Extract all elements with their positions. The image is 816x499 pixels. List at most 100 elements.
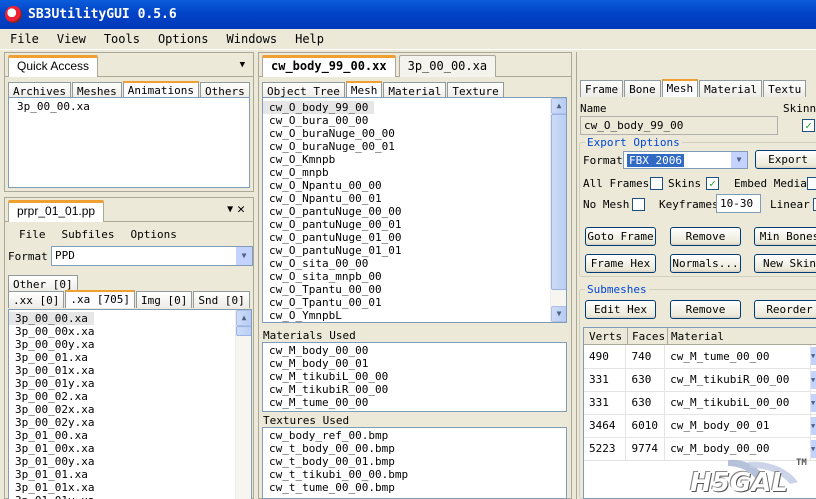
tab-snd[interactable]: Snd [0] xyxy=(193,291,250,308)
list-item[interactable]: cw_O_Tpantu_00_01 xyxy=(263,296,566,309)
list-item[interactable]: 3p_01_01y.xa xyxy=(9,494,251,499)
menu-file[interactable]: File xyxy=(10,32,39,46)
table-row[interactable]: 331 630 cw_M_tikubiL_00_00 ▼ xyxy=(584,391,816,415)
keyframes-input[interactable]: 10-30 xyxy=(716,194,761,213)
list-item[interactable]: cw_O_sita_00_00 xyxy=(263,257,566,270)
scroll-down-icon[interactable]: ▼ xyxy=(551,306,566,322)
remove-mesh-button[interactable]: Remove xyxy=(670,227,741,246)
table-row[interactable]: 331 630 cw_M_tikubiR_00_00 ▼ xyxy=(584,368,816,392)
tab-img[interactable]: Img [0] xyxy=(135,291,193,308)
cell-faces[interactable]: 630 xyxy=(625,368,666,392)
list-item[interactable]: cw_O_YmnpbL xyxy=(263,309,566,322)
list-item[interactable]: 3p_01_00.xa xyxy=(9,429,251,442)
tab-texture-props[interactable]: Textu xyxy=(763,80,807,97)
list-item[interactable]: 3p_00_00x.xa xyxy=(9,325,251,338)
tab-material-props[interactable]: Material xyxy=(699,80,763,97)
list-item[interactable]: cw_M_tume_00_00 xyxy=(263,396,566,409)
all-frames-checkbox[interactable] xyxy=(650,177,663,190)
list-item[interactable]: 3p_01_01x.xa xyxy=(9,481,251,494)
row-dropdown-icon[interactable]: ▼ xyxy=(810,368,816,392)
list-item[interactable]: cw_M_tikubiL_00_00 xyxy=(263,370,566,383)
menu-tools[interactable]: Tools xyxy=(104,32,140,46)
list-item[interactable]: cw_O_Npantu_00_01 xyxy=(263,192,566,205)
table-row[interactable]: 5223 9774 cw_M_body_00_00 ▼ xyxy=(584,437,816,461)
chevron-down-icon[interactable]: ▼ xyxy=(731,152,747,168)
list-item[interactable]: cw_O_bura_00_00 xyxy=(263,114,566,127)
tab-xa[interactable]: .xa [705] xyxy=(65,290,135,308)
list-item[interactable]: cw_O_pantuNuge_00_01 xyxy=(263,218,566,231)
materials-list[interactable]: cw_M_body_00_00 cw_M_body_00_01 cw_M_tikub… xyxy=(262,342,567,412)
cell-material[interactable]: cw_M_body_00_00 xyxy=(664,437,811,461)
table-row[interactable]: 490 740 cw_M_tume_00_00 ▼ xyxy=(584,345,816,369)
scroll-up-icon[interactable]: ▲ xyxy=(236,310,251,326)
min-bones-button[interactable]: Min Bones xyxy=(754,227,816,246)
row-dropdown-icon[interactable]: ▼ xyxy=(810,414,816,438)
col-faces[interactable]: Faces xyxy=(628,328,668,344)
doc-tab-3p[interactable]: 3p_00_00.xa xyxy=(398,54,497,77)
format-select[interactable]: PPD ▼ xyxy=(51,246,253,266)
list-item[interactable]: 3p_00_01y.xa xyxy=(9,377,251,390)
mesh-scrollbar[interactable]: ▲ ▼ xyxy=(550,98,566,322)
remove-submesh-button[interactable]: Remove xyxy=(670,300,741,319)
row-dropdown-icon[interactable]: ▼ xyxy=(810,391,816,415)
cell-material[interactable]: cw_M_tikubiL_00_00 xyxy=(664,391,811,415)
list-item[interactable]: cw_O_buraNuge_00_00 xyxy=(263,127,566,140)
mesh-list[interactable]: cw_O_body_99_00 cw_O_bura_00_00 cw_O_buraN… xyxy=(262,97,567,323)
close-icon[interactable]: ✕ xyxy=(237,202,245,217)
new-skin-button[interactable]: New Skin xyxy=(754,254,816,273)
list-item[interactable]: 3p_01_00x.xa xyxy=(9,442,251,455)
table-row[interactable]: 3464 6010 cw_M_body_00_01 ▼ xyxy=(584,414,816,438)
pp-scrollbar[interactable]: ▲ xyxy=(235,310,251,499)
goto-frame-button[interactable]: Goto Frame xyxy=(585,227,656,246)
quick-access-list[interactable]: 3p_00_00.xa xyxy=(8,97,250,188)
list-item[interactable]: 3p_00_00.xa xyxy=(9,312,94,325)
tab-xx[interactable]: .xx [0] xyxy=(8,291,65,308)
tab-bone[interactable]: Bone xyxy=(624,80,661,97)
tab-frame[interactable]: Frame xyxy=(580,80,624,97)
normals-button[interactable]: Normals... xyxy=(670,254,741,273)
menu-windows[interactable]: Windows xyxy=(227,32,278,46)
skinned-checkbox[interactable]: ✓ xyxy=(802,119,815,132)
list-item[interactable]: cw_O_sita_mnpb_00 xyxy=(263,270,566,283)
edit-hex-button[interactable]: Edit Hex xyxy=(585,300,656,319)
row-dropdown-icon[interactable]: ▼ xyxy=(810,345,816,369)
col-material[interactable]: Material xyxy=(668,328,816,344)
list-item[interactable]: 3p_00_01.xa xyxy=(9,351,251,364)
list-item[interactable]: cw_M_body_00_01 xyxy=(263,357,566,370)
list-item[interactable]: 3p_01_00y.xa xyxy=(9,455,251,468)
cell-faces[interactable]: 630 xyxy=(625,391,666,415)
list-item[interactable]: 3p_00_02.xa xyxy=(9,390,251,403)
list-item[interactable]: cw_O_body_99_00 xyxy=(263,101,375,114)
menu-view[interactable]: View xyxy=(57,32,86,46)
list-item[interactable]: 3p_00_02x.xa xyxy=(9,403,251,416)
export-button[interactable]: Export xyxy=(755,150,816,169)
list-item[interactable]: cw_O_Tpantu_00_00 xyxy=(263,283,566,296)
reorder-button[interactable]: Reorder xyxy=(754,300,816,319)
list-item[interactable]: cw_t_tikubi_00_00.bmp xyxy=(263,468,566,481)
cell-faces[interactable]: 9774 xyxy=(625,437,666,461)
scroll-up-icon[interactable]: ▲ xyxy=(551,98,566,114)
cell-faces[interactable]: 740 xyxy=(625,345,666,369)
list-item[interactable]: cw_t_body_00_01.bmp xyxy=(263,455,566,468)
scroll-thumb[interactable] xyxy=(551,114,566,290)
list-item[interactable]: cw_body_ref_00.bmp xyxy=(263,429,566,442)
pp-menu-subfiles[interactable]: Subfiles xyxy=(62,228,115,241)
list-item[interactable]: 3p_01_01.xa xyxy=(9,468,251,481)
export-format-select[interactable]: FBX 2006 ▼ xyxy=(623,151,748,169)
cell-verts[interactable]: 5223 xyxy=(584,437,627,461)
frame-hex-button[interactable]: Frame Hex xyxy=(585,254,656,273)
textures-list[interactable]: cw_body_ref_00.bmp cw_t_body_00_00.bmp cw_… xyxy=(262,427,567,499)
cell-material[interactable]: cw_M_tikubiR_00_00 xyxy=(664,368,811,392)
chevron-down-icon[interactable]: ▼ xyxy=(236,247,252,265)
cell-verts[interactable]: 331 xyxy=(584,391,627,415)
scroll-thumb[interactable] xyxy=(236,326,251,336)
row-dropdown-icon[interactable]: ▼ xyxy=(810,437,816,461)
quick-access-title[interactable]: Quick Access xyxy=(8,54,99,77)
mesh-name-field[interactable]: cw_O_body_99_00 xyxy=(580,116,778,135)
menu-options[interactable]: Options xyxy=(158,32,209,46)
cell-verts[interactable]: 3464 xyxy=(584,414,627,438)
pp-menu-file[interactable]: File xyxy=(19,228,46,241)
list-item[interactable]: 3p_00_00y.xa xyxy=(9,338,251,351)
list-item[interactable]: cw_M_body_00_00 xyxy=(263,344,566,357)
list-item[interactable]: cw_O_mnpb xyxy=(263,166,566,179)
